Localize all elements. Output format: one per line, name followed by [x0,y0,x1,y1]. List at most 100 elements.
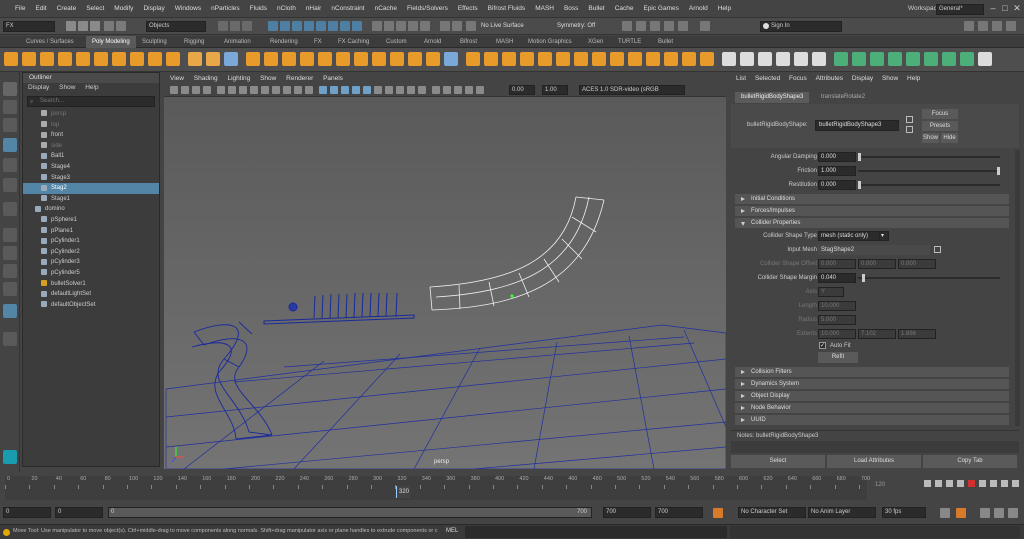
gate-mask-icon[interactable] [272,86,280,94]
poly-cube-icon[interactable] [22,52,36,66]
menu-item-mash[interactable]: MASH [530,0,559,18]
section-dynamics-system[interactable]: Dynamics System [735,379,1009,389]
angular-damping-field[interactable]: 0.000 [818,152,856,162]
imprint-brush-icon[interactable] [888,52,902,66]
outliner-item[interactable]: front [23,130,159,141]
shelf-tab-rigging[interactable]: Rigging [178,36,210,48]
poly-torus-icon[interactable] [76,52,90,66]
color-management-icon[interactable] [476,86,484,94]
bookmark-icon[interactable] [192,86,200,94]
fps-dropdown[interactable]: 30 fps [882,507,926,518]
time-slider[interactable]: 0 20 40 60 80 100 120 140 160 180 200 220 240 260 280 3… [5,476,870,500]
select-by-joint-icon[interactable] [280,21,290,31]
playback-start-field[interactable]: 0 [55,507,103,518]
super-shape-icon[interactable] [148,52,162,66]
menu-item-bifrost-fluids[interactable]: Bifrost Fluids [483,0,531,18]
outliner-item[interactable]: pCylinder2 [23,247,159,258]
outliner-item[interactable]: Stage4 [23,162,159,173]
lasso-tool-icon[interactable] [3,100,17,114]
cylindrical-map-icon[interactable] [592,52,606,66]
copy-tab-button[interactable]: Copy Tab [923,455,1017,468]
select-by-render-icon[interactable] [340,21,350,31]
snap-point-icon[interactable] [396,21,406,31]
snap-grid-icon[interactable] [372,21,382,31]
svg-icon[interactable] [206,52,220,66]
snap-curve-icon[interactable] [384,21,394,31]
sew-uv-icon[interactable] [664,52,678,66]
sculpt-brush-icon[interactable] [722,52,736,66]
open-scene-icon[interactable] [78,21,88,31]
menu-item-ncloth[interactable]: nCloth [272,0,301,18]
viewport-menu-lighting[interactable]: Lighting [227,75,250,82]
colorspace-dropdown[interactable]: ACES 1.0 SDR-video (sRGB [579,85,685,95]
poly-cylinder-icon[interactable] [40,52,54,66]
go-to-end-icon[interactable] [1012,480,1019,487]
new-scene-icon[interactable] [66,21,76,31]
stop-icon[interactable] [968,480,975,487]
safe-action-icon[interactable] [294,86,302,94]
viewport-menu-shading[interactable]: Shading [194,75,218,82]
select-by-dynamic-icon[interactable] [328,21,338,31]
magnify-icon[interactable] [3,332,17,346]
perspective-viewport[interactable] [164,97,727,470]
viewport-scene[interactable] [164,97,727,470]
single-pane-layout-icon[interactable] [3,228,17,242]
start-time-field[interactable]: 0 [3,507,51,518]
layout-icon[interactable] [700,21,710,31]
menu-item-nhair[interactable]: nHair [301,0,327,18]
unfold-icon[interactable] [682,52,696,66]
shelf-tab-turtle[interactable]: TURTLE [612,36,647,48]
viewport-menu-show[interactable]: Show [260,75,276,82]
outliner-menu-show[interactable]: Show [59,84,75,91]
menu-item-modify[interactable]: Modify [109,0,138,18]
outliner-item[interactable]: top [23,120,159,131]
outliner-item[interactable]: defaultLightSet [23,289,159,300]
poly-sphere-icon[interactable] [4,52,18,66]
object-mode-icon[interactable] [230,21,240,31]
outliner-item[interactable]: pSphere1 [23,215,159,226]
poly-cone-icon[interactable] [58,52,72,66]
auto-key-icon[interactable] [713,508,723,518]
friction-field[interactable]: 1.000 [818,166,856,176]
type-icon[interactable] [188,52,202,66]
minimize-icon[interactable]: – [988,3,998,14]
outliner-layout-icon[interactable] [3,282,17,296]
step-back-frame-icon[interactable] [946,480,953,487]
persp-outliner-layout-icon[interactable] [3,304,17,318]
ae-menu-focus[interactable]: Focus [789,75,807,82]
viewport-menu-panels[interactable]: Panels [323,75,343,82]
snap-surface-icon[interactable] [420,21,430,31]
ae-menu-selected[interactable]: Selected [755,75,780,82]
offset-edge-loop-icon[interactable] [502,52,516,66]
input-output-icon[interactable] [452,21,462,31]
xray-icon[interactable] [443,86,451,94]
film-gate-icon[interactable] [250,86,258,94]
smooth-shade-icon[interactable] [330,86,338,94]
multi-cut-icon[interactable] [408,52,422,66]
foamy-brush-icon[interactable] [834,52,848,66]
menu-set-dropdown[interactable]: FX [3,21,55,32]
field-chart-icon[interactable] [283,86,291,94]
hide-button[interactable]: Hide [941,133,958,143]
command-input[interactable] [465,526,727,538]
select-tool-icon[interactable] [3,82,17,96]
select-button[interactable]: Select [731,455,825,468]
planar-map-icon[interactable] [574,52,588,66]
menu-item-cache[interactable]: Cache [610,0,639,18]
smooth-brush-icon[interactable] [740,52,754,66]
preferences-icon[interactable] [1008,508,1018,518]
input-mesh-field[interactable]: StagShape2 [818,245,930,255]
fill-hole-icon[interactable] [372,52,386,66]
shelf-tab-custom[interactable]: Custom [380,36,413,48]
hierarchy-mode-icon[interactable] [218,21,228,31]
two-pane-layout-icon[interactable] [3,264,17,278]
shelf-tab-animation[interactable]: Animation [218,36,257,48]
extents-y[interactable]: 7.102 [858,329,896,339]
layout-uv-icon[interactable] [700,52,714,66]
shelf-tab-fx[interactable]: FX [308,36,328,48]
menu-item-bullet[interactable]: Bullet [583,0,609,18]
channel-box-toggle-icon[interactable] [964,21,974,31]
shelf-tab-xgen[interactable]: XGen [582,36,609,48]
outliner-item[interactable]: pCylinder1 [23,236,159,247]
outliner-item[interactable]: pCylinder5 [23,268,159,279]
